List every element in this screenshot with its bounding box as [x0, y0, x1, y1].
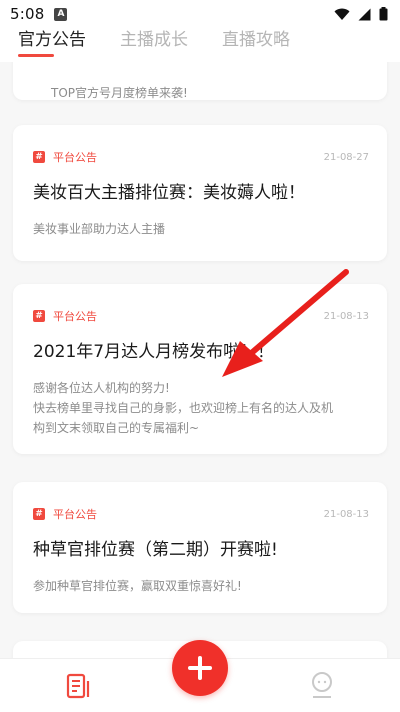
announcement-card[interactable]: # 平台公告 21-08-13 种草官排位赛（第二期）开赛啦! 参加种草官排位赛…: [13, 482, 387, 613]
card-description-line: 快去榜单里寻找自己的身影，也欢迎榜上有名的达人及机: [33, 401, 334, 415]
tab-anchor-growth[interactable]: 主播成长: [120, 28, 188, 52]
card-description: 感谢各位达人机构的努力! 快去榜单里寻找自己的身影，也欢迎榜上有名的达人及机 构…: [13, 363, 387, 438]
add-icon: [188, 656, 212, 680]
card-date: 21-08-27: [323, 151, 369, 163]
card-description: TOP官方号月度榜单来袭!: [51, 86, 188, 100]
status-bar: 5:08 A: [0, 0, 400, 28]
hashtag-icon: #: [33, 151, 45, 163]
tab-bar: 官方公告 主播成长 直播攻略: [0, 28, 400, 62]
hashtag-icon: #: [33, 310, 45, 322]
card-description-line: 感谢各位达人机构的努力!: [33, 381, 170, 395]
tab-live-strategy[interactable]: 直播攻略: [222, 28, 290, 52]
announcement-card[interactable]: # 平台公告 21-08-13 2021年7月达人月榜发布啦！！ 感谢各位达人机…: [13, 284, 387, 454]
announcement-feed[interactable]: TOP官方号月度榜单来袭! # 平台公告 21-08-27 美妆百大主播排位赛：…: [0, 62, 400, 658]
active-tab-indicator: [18, 54, 54, 57]
profile-icon[interactable]: [308, 671, 336, 699]
card-title: 种草官排位赛（第二期）开赛啦!: [33, 540, 278, 560]
card-title: 2021年7月达人月榜发布啦！！: [33, 342, 275, 362]
tab-official-announcements[interactable]: 官方公告: [18, 28, 86, 52]
add-button[interactable]: [172, 640, 228, 696]
card-description-line: 构到文末领取自己的专属福利~: [33, 421, 200, 435]
card-header: # 平台公告 21-08-27: [13, 125, 387, 165]
notification-badge-icon: A: [54, 7, 68, 21]
card-description: 美妆事业部助力达人主播: [33, 222, 166, 236]
announcement-card[interactable]: TOP官方号月度榜单来袭!: [13, 62, 387, 100]
announcement-card[interactable]: # 平台公告 21-08-27 美妆百大主播排位赛：美妆薅人啦！ 美妆事业部助力…: [13, 125, 387, 261]
card-date: 21-08-13: [323, 310, 369, 322]
signal-icon: [358, 8, 371, 20]
card-date: 21-08-13: [323, 508, 369, 520]
card-category: 平台公告: [53, 508, 97, 521]
status-icons: [334, 7, 388, 21]
card-category: 平台公告: [53, 310, 97, 323]
wifi-icon: [334, 8, 350, 20]
hashtag-icon: #: [33, 508, 45, 520]
card-category: 平台公告: [53, 151, 97, 164]
card-header: # 平台公告 21-08-13: [13, 482, 387, 522]
card-description: 参加种草官排位赛，赢取双重惊喜好礼!: [33, 579, 242, 593]
card-header: # 平台公告 21-08-13: [13, 284, 387, 324]
card-title: 美妆百大主播排位赛：美妆薅人啦！: [33, 183, 305, 203]
status-time: 5:08: [10, 5, 45, 23]
battery-icon: [379, 7, 388, 21]
document-icon[interactable]: [66, 673, 92, 699]
